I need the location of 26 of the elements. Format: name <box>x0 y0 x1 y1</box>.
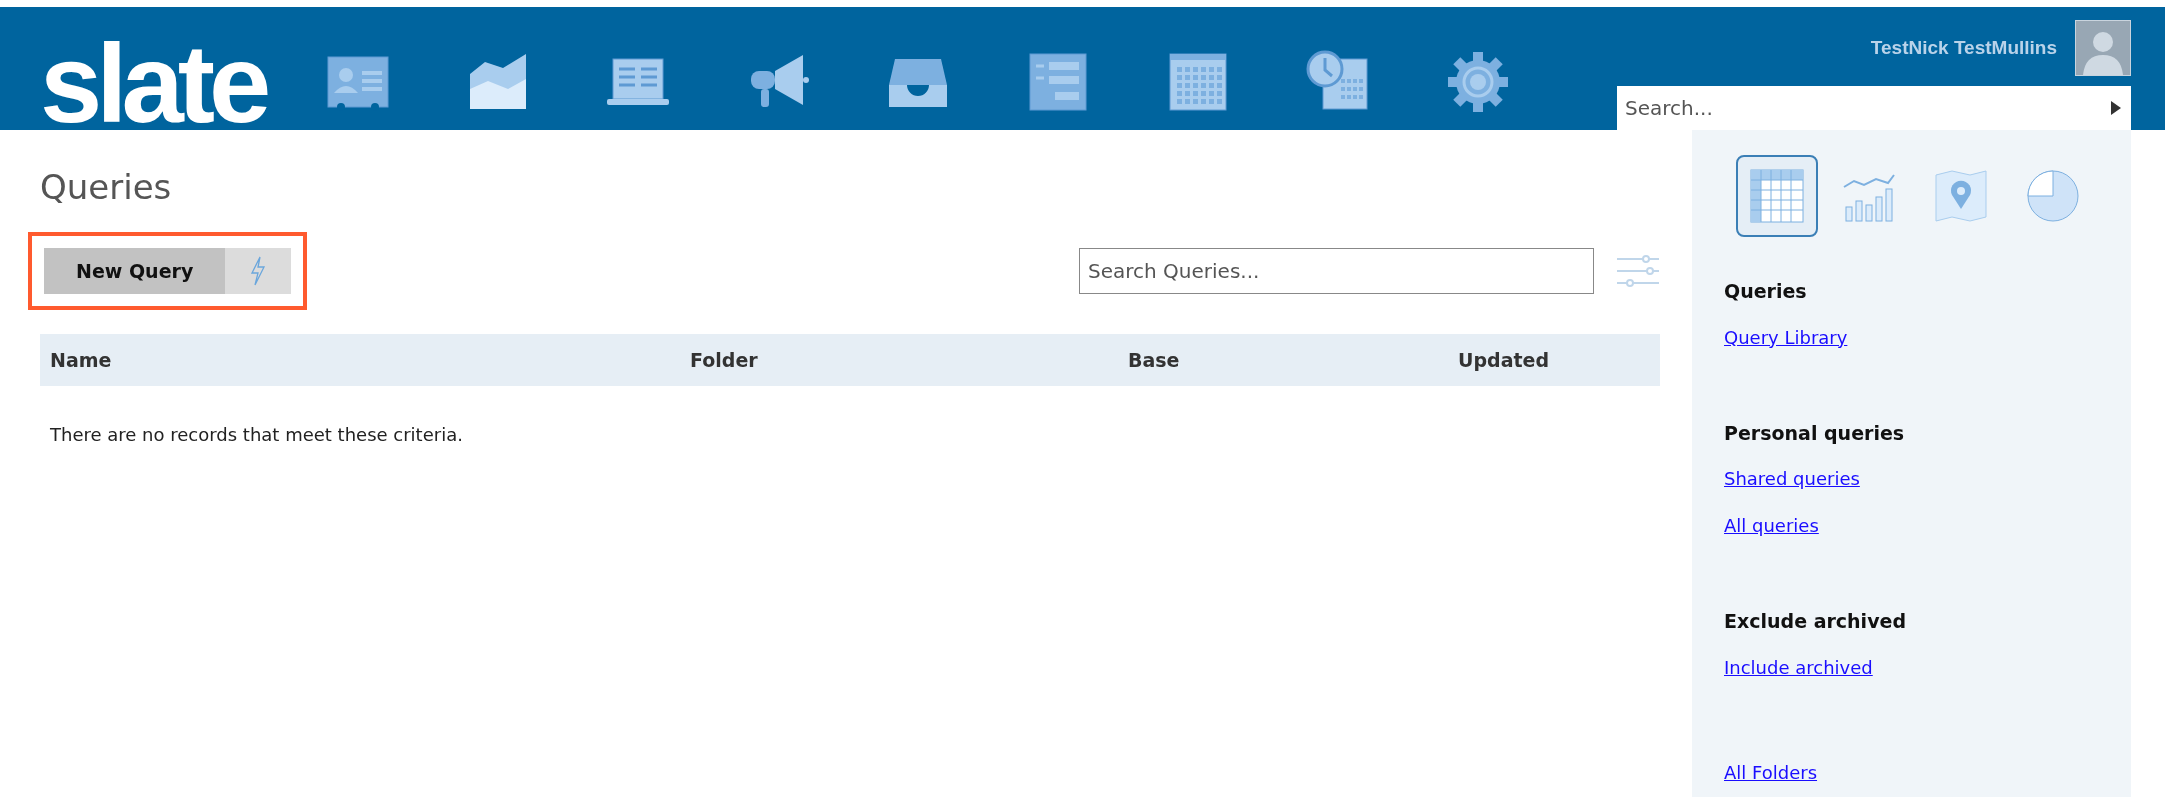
sidebar-link[interactable]: All queries <box>1724 512 1819 539</box>
new-query-button[interactable]: New Query <box>44 248 226 294</box>
sidebar-link[interactable]: All Folders <box>1724 758 1818 786</box>
empty-message: There are no records that meet these criteria. <box>50 423 464 447</box>
pie-chart-icon <box>2026 169 2080 223</box>
play-arrow-icon[interactable] <box>2111 101 2121 115</box>
search-queries-field[interactable]: Search Queries... <box>1079 248 1594 294</box>
page-title: Queries <box>40 170 173 204</box>
settings-icon[interactable] <box>1445 49 1511 115</box>
column-header[interactable]: Folder <box>690 345 1128 375</box>
slate-logo[interactable]: slate <box>40 38 285 130</box>
section-heading: Queries <box>1724 279 1808 304</box>
sidebar-link[interactable]: Include archived <box>1724 653 1873 681</box>
user-name[interactable]: TestNick TestMullins <box>1870 33 2057 63</box>
map-pin-icon <box>1934 169 1988 223</box>
lightning-icon <box>250 256 267 286</box>
sidebar-link[interactable]: Query Library <box>1724 323 1848 351</box>
view-toggle[interactable] <box>1736 155 1818 237</box>
table-icon <box>1750 169 1804 223</box>
search-field[interactable]: Search... <box>1617 86 2131 130</box>
section-heading: Exclude archived <box>1724 609 1907 634</box>
column-header[interactable]: Base <box>1128 345 1458 375</box>
section-heading: Personal queries <box>1724 420 1906 446</box>
column-header[interactable]: Updated <box>1458 345 1650 375</box>
column-header[interactable]: Name <box>50 345 690 375</box>
sidebar-link[interactable]: Shared queries <box>1724 465 1860 492</box>
